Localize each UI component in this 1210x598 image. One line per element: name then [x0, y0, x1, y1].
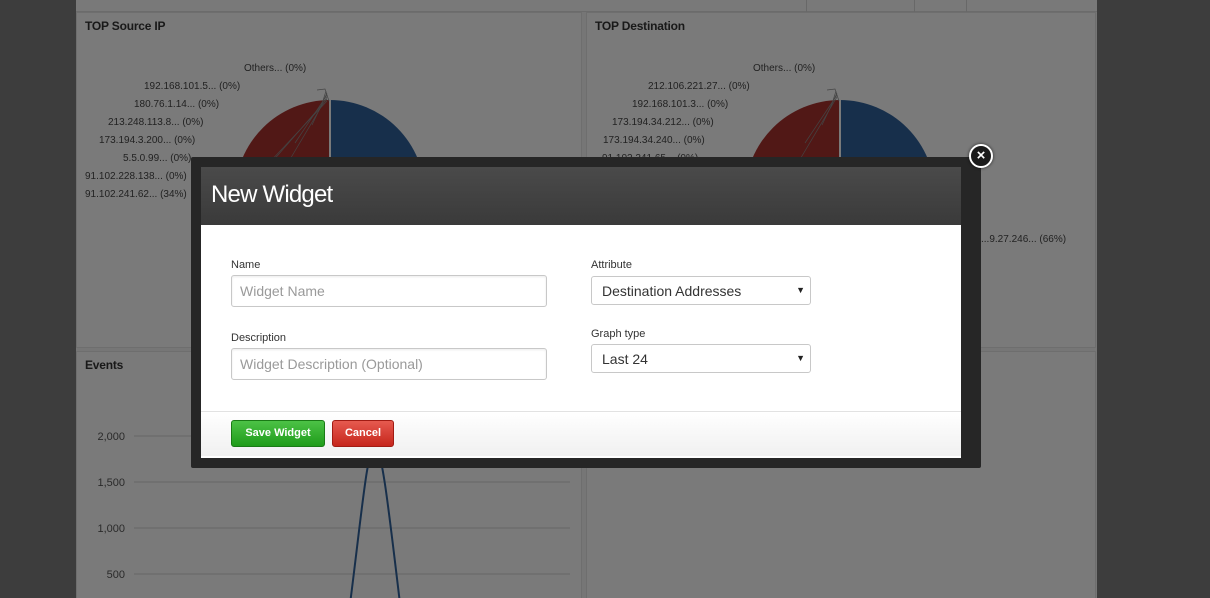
modal-title: New Widget [211, 181, 333, 208]
new-widget-modal: New Widget Name Description Attribute De… [191, 157, 981, 468]
name-label: Name [231, 259, 261, 271]
chevron-down-icon: ▼ [796, 353, 805, 363]
close-icon[interactable]: × [969, 144, 993, 168]
description-label: Description [231, 332, 287, 344]
modal-footer: Save Widget Cancel [201, 411, 961, 456]
graph-type-selected-value: Last 24 [602, 351, 648, 367]
save-widget-button[interactable]: Save Widget [231, 420, 325, 447]
cancel-button[interactable]: Cancel [332, 420, 394, 447]
graph-type-label: Graph type [591, 328, 646, 340]
attribute-select[interactable]: Destination Addresses ▼ [591, 276, 811, 305]
attribute-label: Attribute [591, 259, 632, 271]
widget-description-input[interactable] [231, 348, 547, 380]
modal-header: New Widget [201, 167, 961, 225]
modal-footer-strip [201, 456, 961, 458]
attribute-selected-value: Destination Addresses [602, 283, 742, 299]
widget-name-input[interactable] [231, 275, 547, 307]
modal-body: Name Description Attribute Destination A… [201, 225, 961, 411]
graph-type-select[interactable]: Last 24 ▼ [591, 344, 811, 373]
chevron-down-icon: ▼ [796, 285, 805, 295]
